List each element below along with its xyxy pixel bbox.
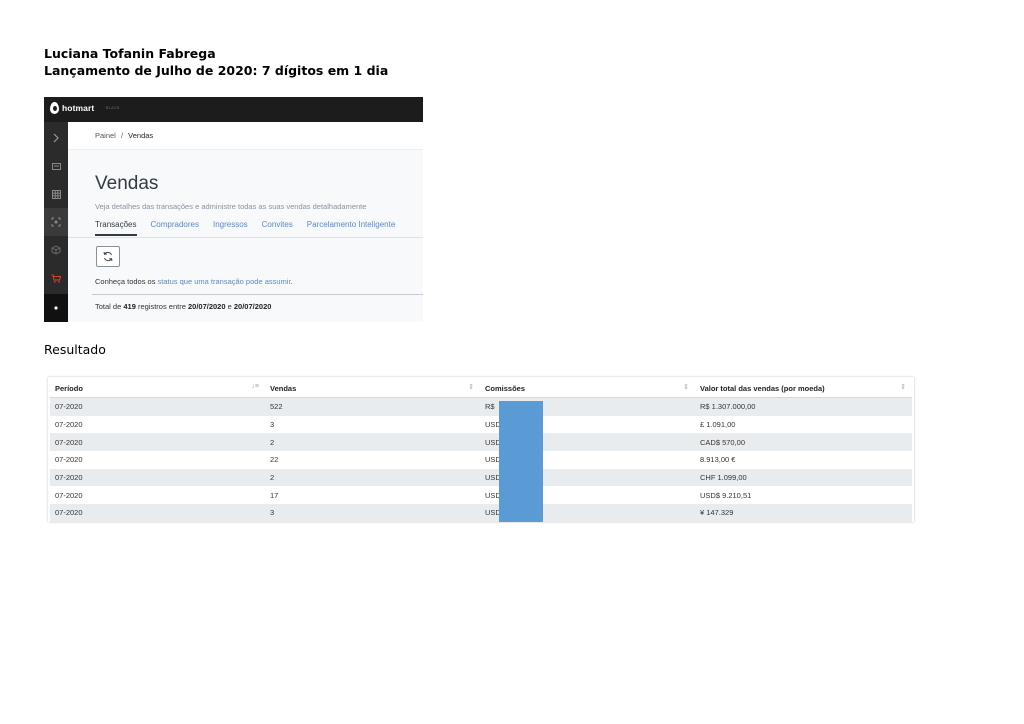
- document-title: Luciana Tofanin Fabrega Lançamento de Ju…: [44, 45, 388, 79]
- tab-transacoes[interactable]: Transações: [95, 220, 137, 236]
- info-suffix: .: [290, 277, 293, 286]
- tab-compradores[interactable]: Compradores: [151, 220, 199, 236]
- cell-valor-total: R$ 1.307.000,00: [695, 397, 912, 416]
- chevron-right-icon[interactable]: [44, 124, 68, 152]
- info-prefix: Conheça todos os: [95, 277, 158, 286]
- column-header-comissoes[interactable]: Comissões ⇕: [480, 379, 695, 398]
- divider: [92, 294, 423, 295]
- sort-icon[interactable]: ⇕: [900, 383, 906, 391]
- card-icon[interactable]: [44, 152, 68, 180]
- cell-valor-total: 8.913,00 €: [695, 451, 912, 469]
- cart-icon[interactable]: [44, 264, 68, 292]
- scan-icon[interactable]: [44, 208, 68, 236]
- logo-subtext: BLACK: [106, 106, 120, 110]
- hotmart-logo-icon: [50, 102, 59, 114]
- sort-desc-icon[interactable]: ↓≡: [251, 383, 259, 390]
- tab-ingressos[interactable]: Ingressos: [213, 220, 248, 236]
- table-row: 07-2020 17 USD USD$ 9.210,51: [50, 486, 912, 505]
- cell-vendas: 17: [265, 486, 480, 505]
- header-label: Valor total das vendas (por moeda): [700, 383, 825, 393]
- status-info: Conheça todos os status que uma transaçã…: [95, 277, 293, 286]
- top-bar: hotmart BLACK: [44, 97, 423, 122]
- total-mid: registros entre: [135, 302, 188, 311]
- total-and: e: [225, 302, 234, 311]
- table-row: 07-2020 22 USD 8.913,00 €: [50, 451, 912, 469]
- cell-periodo: 07-2020: [50, 451, 265, 469]
- tab-parcelamento-inteligente[interactable]: Parcelamento Inteligente: [307, 220, 396, 236]
- total-to-date: 20/07/2020: [233, 302, 272, 311]
- header-label: Comissões: [485, 383, 526, 393]
- column-header-periodo[interactable]: Período ↓≡: [50, 379, 265, 398]
- total-count: 419: [123, 302, 136, 311]
- logo-text: hotmart: [62, 103, 95, 113]
- table-row: 07-2020 3 USD £ 1.091,00: [50, 415, 912, 434]
- table-row: 07-2020 2 USD CHF 1.099,00: [50, 468, 912, 487]
- cell-vendas: 3: [265, 504, 480, 522]
- table-row: 07-2020 522 R$ R$ 1.307.000,00: [50, 397, 912, 416]
- total-from-date: 20/07/2020: [187, 302, 226, 311]
- box-icon[interactable]: [44, 236, 68, 264]
- column-header-vendas[interactable]: Vendas ⇕: [265, 379, 480, 398]
- sort-icon[interactable]: ⇕: [683, 383, 689, 391]
- refresh-button[interactable]: [96, 246, 120, 267]
- cell-periodo: 07-2020: [50, 468, 265, 487]
- tabs-divider: [68, 237, 423, 238]
- breadcrumb: Painel / Vendas: [95, 131, 153, 140]
- sidebar: [44, 122, 68, 322]
- cell-valor-total: £ 1.091,00: [695, 415, 912, 434]
- sort-icon[interactable]: ⇕: [468, 383, 474, 391]
- table-row: 07-2020 2 USD CAD$ 570,00: [50, 433, 912, 452]
- cell-valor-total: CAD$ 570,00: [695, 433, 912, 452]
- cell-vendas: 522: [265, 397, 480, 416]
- author-name: Luciana Tofanin Fabrega: [44, 46, 216, 61]
- cell-periodo: 07-2020: [50, 397, 265, 416]
- cell-periodo: 07-2020: [50, 433, 265, 452]
- cell-vendas: 22: [265, 451, 480, 469]
- tab-bar: Transações Compradores Ingressos Convite…: [95, 220, 395, 236]
- cell-vendas: 3: [265, 415, 480, 434]
- cell-valor-total: USD$ 9.210,51: [695, 486, 912, 505]
- status-link[interactable]: status que uma transação pode assumir: [158, 277, 291, 286]
- column-header-valor-total[interactable]: Valor total das vendas (por moeda) ⇕: [695, 379, 912, 398]
- grid-icon[interactable]: [44, 180, 68, 208]
- breadcrumb-root[interactable]: Painel: [95, 131, 116, 140]
- cell-periodo: 07-2020: [50, 504, 265, 522]
- page-subtitle: Veja detalhes das transações e administr…: [95, 202, 367, 211]
- cell-valor-total: ¥ 147.329: [695, 504, 912, 522]
- cell-vendas: 2: [265, 468, 480, 487]
- result-label: Resultado: [44, 342, 106, 357]
- table-row: 07-2020 3 USD ¥ 147.329: [50, 504, 912, 522]
- launch-headline: Lançamento de Julho de 2020: 7 dígitos e…: [44, 63, 389, 78]
- dot-icon: [44, 294, 68, 322]
- cell-vendas: 2: [265, 433, 480, 452]
- records-total: Total de 419 registros entre 20/07/2020 …: [95, 302, 271, 311]
- header-label: Vendas: [270, 383, 297, 393]
- redaction-block: [499, 401, 543, 522]
- breadcrumb-current: Vendas: [128, 131, 154, 140]
- breadcrumb-separator: /: [120, 131, 124, 140]
- main-panel: Painel / Vendas Vendas Veja detalhes das…: [68, 122, 423, 322]
- cell-periodo: 07-2020: [50, 486, 265, 505]
- page-title: Vendas: [95, 173, 159, 194]
- results-table: Período ↓≡ Vendas ⇕ Comissões ⇕ Valor total…: [48, 377, 914, 522]
- tab-convites[interactable]: Convites: [262, 220, 293, 236]
- breadcrumb-bar: Painel / Vendas: [68, 122, 423, 150]
- total-prefix: Total de: [95, 302, 124, 311]
- cell-periodo: 07-2020: [50, 415, 265, 434]
- hotmart-screenshot: hotmart BLACK Painel / Vendas Vendas Vej…: [44, 97, 423, 322]
- header-label: Período: [55, 383, 83, 393]
- cell-valor-total: CHF 1.099,00: [695, 468, 912, 487]
- refresh-icon: [103, 251, 113, 262]
